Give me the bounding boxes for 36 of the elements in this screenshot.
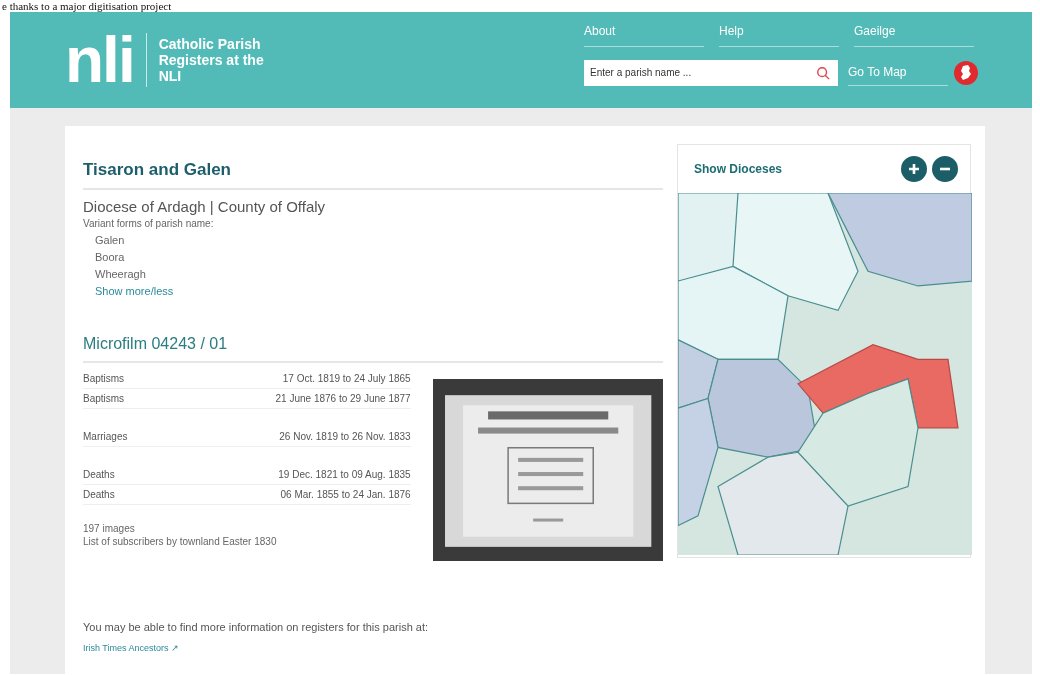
record-date-range: 21 June 1876 to 29 June 1877 (275, 393, 411, 404)
show-more-link[interactable]: Show more/less (83, 285, 663, 297)
record-type: Marriages (83, 431, 128, 442)
variant-name: Galen (94, 234, 126, 246)
parish-title: Tisaron and Galen (83, 160, 663, 190)
record-date-range: 17 Oct. 1819 to 24 July 1865 (282, 373, 411, 384)
search-icon[interactable] (816, 65, 830, 80)
ancestors-link[interactable]: Irish Times Ancestors ↗ (83, 642, 971, 653)
variant-name: Boora (94, 251, 126, 263)
logo[interactable]: nli (65, 28, 134, 92)
record-type: Baptisms (83, 393, 125, 404)
record-type: Deaths (83, 469, 115, 480)
record-date-range: 26 Nov. 1819 to 26 Nov. 1833 (279, 431, 411, 442)
article-text: e thanks to a major digitisation project (1, 0, 173, 12)
variants-label: Variant forms of parish name: (83, 218, 215, 229)
record-date-range: 19 Dec. 1821 to 09 Aug. 1835 (278, 469, 411, 480)
image-count: 197 images (83, 523, 136, 534)
nav-link[interactable]: Gaeilge (854, 20, 974, 47)
microfilm-note: List of subscribers by townland Easter 1830 (83, 536, 278, 547)
plus-icon (908, 163, 920, 175)
variant-name: Wheeragh (94, 268, 147, 280)
search-field[interactable]: Enter a parish name ... (584, 59, 838, 86)
record-date-range: 06 Mar. 1855 to 24 Jan. 1876 (280, 489, 411, 500)
map-link[interactable]: Go To Map (848, 59, 948, 86)
zoom-in-button[interactable] (901, 156, 927, 182)
nav-link[interactable]: About (584, 20, 704, 47)
more-info-text: You may be able to find more information on registers for this parish at: (83, 620, 430, 633)
ireland-map-icon[interactable] (954, 60, 978, 85)
zoom-out-button[interactable] (932, 156, 958, 182)
nav-link[interactable]: Help (719, 20, 839, 47)
show-dioceses-link[interactable]: Show Dioceses (694, 162, 783, 176)
microfilm-title: Microfilm 04243 / 01 (83, 335, 663, 363)
record-type: Baptisms (83, 373, 125, 384)
record-type: Deaths (83, 489, 115, 500)
parish-location: Diocese of Ardagh | County of Offaly (83, 198, 327, 215)
site-title: Catholic Parish Registers at the NLI (158, 36, 265, 84)
